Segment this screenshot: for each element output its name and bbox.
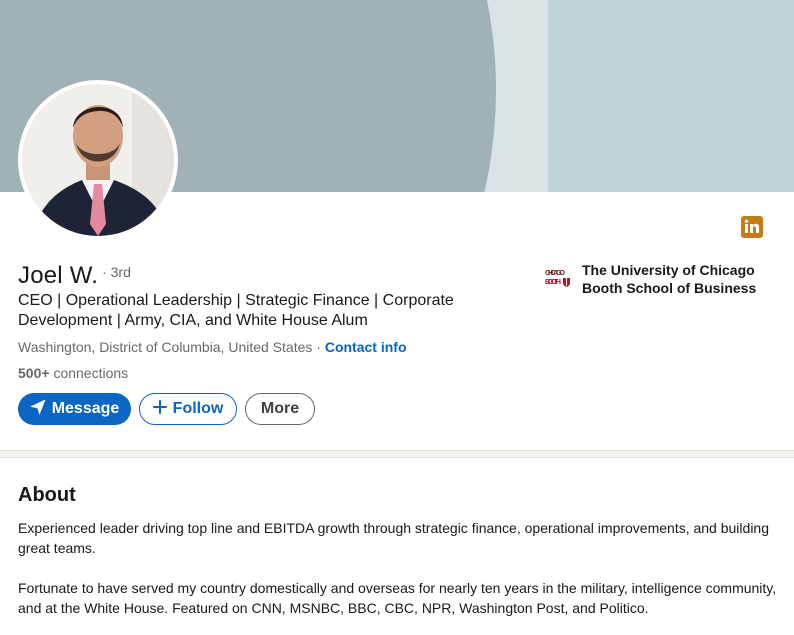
education-entry[interactable]: CHICAGO BOOTH The University of Chicago …: [544, 261, 782, 297]
school-name: The University of Chicago Booth School o…: [582, 262, 757, 296]
paper-plane-icon: [30, 399, 46, 420]
follow-button[interactable]: Follow: [139, 393, 237, 425]
plus-icon: [152, 399, 167, 419]
profile-avatar[interactable]: [18, 80, 178, 240]
about-title: About: [18, 484, 76, 506]
location-row: Washington, District of Columbia, United…: [18, 339, 407, 355]
linkedin-icon[interactable]: [741, 216, 763, 238]
svg-text:CHICAGO: CHICAGO: [545, 268, 565, 277]
about-paragraph: Fortunate to have served my country dome…: [18, 580, 777, 616]
about-text: Experienced leader driving top line and …: [18, 518, 778, 618]
connection-degree: · 3rd: [102, 264, 131, 280]
connections-count[interactable]: 500+ connections: [18, 365, 128, 381]
more-button[interactable]: More: [245, 393, 315, 425]
message-button[interactable]: Message: [18, 393, 131, 425]
section-divider: [0, 450, 794, 458]
profile-card: Joel W. · 3rd CEO | Operational Leadersh…: [0, 0, 794, 450]
connections-number: 500+: [18, 365, 50, 381]
more-label: More: [260, 400, 300, 417]
profile-name: Joel W.: [18, 262, 99, 289]
separator-dot: ·: [316, 339, 321, 355]
profile-headline: CEO | Operational Leadership | Strategic…: [18, 292, 454, 329]
booth-logo-icon: CHICAGO BOOTH: [544, 264, 572, 292]
follow-label: Follow: [172, 400, 224, 417]
about-section: About Experienced leader driving top lin…: [0, 458, 794, 635]
message-label: Message: [51, 400, 120, 417]
profile-location: Washington, District of Columbia, United…: [18, 339, 313, 355]
svg-text:BOOTH: BOOTH: [545, 277, 561, 286]
about-paragraph: Experienced leader driving top line and …: [18, 520, 769, 556]
connections-label: connections: [53, 365, 129, 381]
contact-info-link[interactable]: Contact info: [325, 339, 407, 355]
